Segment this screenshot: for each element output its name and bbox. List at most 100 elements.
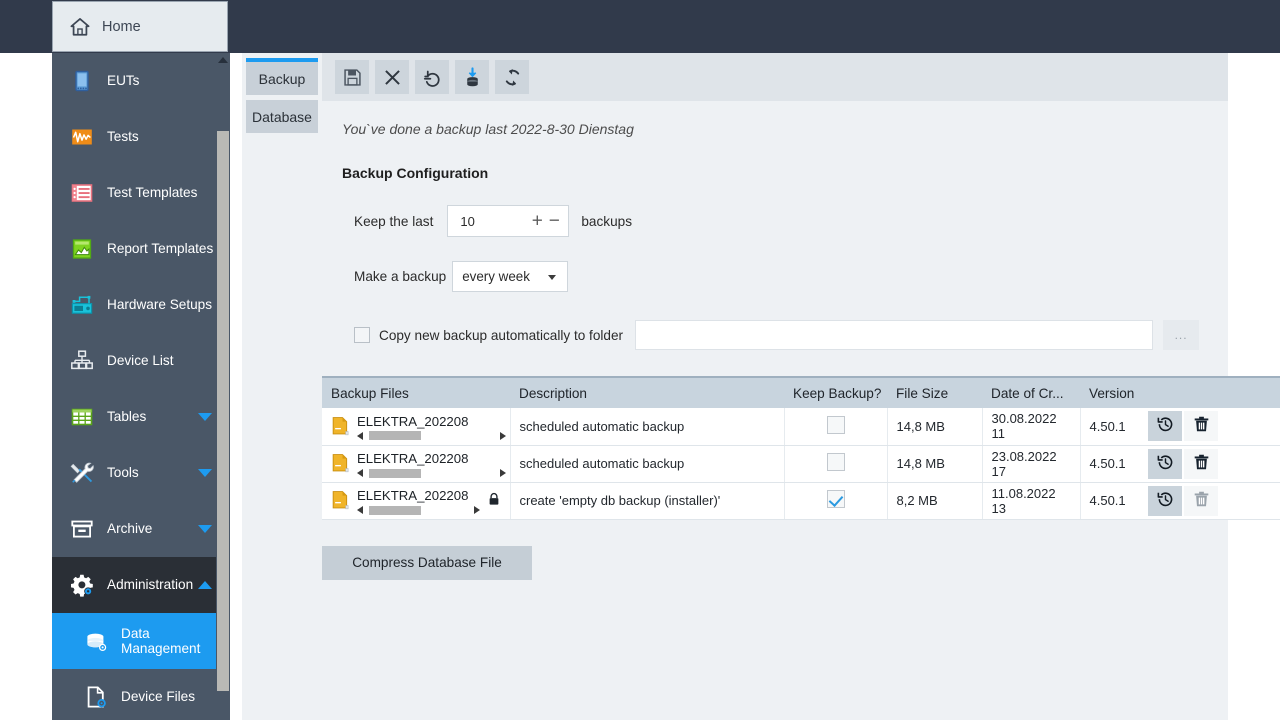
sidebar-item-archive[interactable]: Archive bbox=[52, 501, 228, 557]
table-row[interactable]: ELEKTRA_202208 create 'empty db backup (i… bbox=[322, 482, 1280, 520]
sidebar-item-data-management[interactable]: Data Management bbox=[52, 613, 228, 669]
col-date-of-creation[interactable]: Date of Cr... bbox=[982, 376, 1080, 408]
chevron-up-icon[interactable] bbox=[198, 581, 212, 589]
compress-database-file-button[interactable]: Compress Database File bbox=[322, 545, 532, 580]
sidebar-scrollbar[interactable] bbox=[216, 53, 230, 720]
make-backup-label: Make a backup bbox=[354, 269, 447, 284]
delete-backup-button[interactable] bbox=[1184, 411, 1218, 442]
scroll-up-arrow-icon[interactable] bbox=[218, 57, 228, 63]
keep-last-value[interactable]: 10 bbox=[460, 214, 474, 229]
copy-backup-row: Copy new backup automatically to folder … bbox=[322, 320, 1228, 350]
col-version[interactable]: Version bbox=[1080, 376, 1146, 408]
action-toolbar bbox=[322, 53, 1228, 101]
sidebar-item-tools[interactable]: Tools bbox=[52, 445, 228, 501]
file-device-icon bbox=[84, 685, 108, 709]
cell-keep-backup bbox=[783, 445, 887, 483]
table-grid-icon bbox=[70, 405, 94, 429]
home-tab-label: Home bbox=[102, 18, 141, 35]
save-icon bbox=[342, 67, 363, 88]
save-button[interactable] bbox=[335, 60, 369, 94]
cell-delete-action bbox=[1184, 482, 1280, 520]
scroll-left-arrow-icon[interactable] bbox=[357, 431, 363, 440]
sidebar-item-tests[interactable]: Tests bbox=[52, 109, 228, 165]
col-description[interactable]: Description bbox=[510, 376, 784, 408]
cell-description: scheduled automatic backup bbox=[509, 445, 784, 483]
scroll-right-arrow-icon[interactable] bbox=[473, 506, 480, 515]
tab-database[interactable]: Database bbox=[246, 100, 318, 133]
content-panel: Backup Database You`ve done a backup las… bbox=[242, 53, 1280, 720]
copy-target-folder-input[interactable] bbox=[635, 320, 1154, 350]
undo-restore-button[interactable] bbox=[415, 60, 449, 94]
filename-scroll-thumb[interactable] bbox=[369, 468, 421, 478]
scroll-right-arrow-icon[interactable] bbox=[499, 469, 506, 478]
database-icon bbox=[84, 629, 108, 653]
tab-backup[interactable]: Backup bbox=[246, 58, 318, 95]
filename-hscrollbar[interactable] bbox=[357, 468, 506, 479]
keep-backup-checkbox[interactable] bbox=[826, 415, 845, 434]
waveform-icon bbox=[70, 125, 94, 149]
restore-backup-button[interactable] bbox=[1148, 485, 1182, 516]
cell-delete-action bbox=[1184, 408, 1280, 446]
sidebar-item-report-templates[interactable]: Report Templates bbox=[52, 221, 228, 277]
chevron-down-icon[interactable] bbox=[198, 413, 212, 421]
scroll-left-arrow-icon[interactable] bbox=[357, 506, 363, 515]
restore-backup-button[interactable] bbox=[1148, 448, 1182, 479]
lock-icon bbox=[488, 492, 500, 506]
sidebar-item-tables[interactable]: Tables bbox=[52, 389, 228, 445]
sidebar-item-euts[interactable]: EUTs bbox=[52, 53, 228, 109]
backup-file-name: ELEKTRA_202208 bbox=[357, 414, 469, 430]
keep-last-stepper[interactable]: 10 + − bbox=[447, 205, 570, 237]
sidebar-scrollbar-thumb[interactable] bbox=[217, 131, 229, 691]
sidebar-item-device-files[interactable]: Device Files bbox=[52, 669, 228, 720]
sidebar-item-administration[interactable]: Administration bbox=[52, 557, 228, 613]
col-file-size[interactable]: File Size bbox=[887, 376, 982, 408]
keep-last-label: Keep the last bbox=[354, 213, 434, 229]
cell-backup-file: ELEKTRA_202208 bbox=[322, 408, 510, 446]
table-row[interactable]: ELEKTRA_202208 scheduled automatic backup… bbox=[322, 408, 1280, 446]
filename-hscrollbar[interactable] bbox=[357, 430, 506, 441]
stepper-increment-button[interactable]: + bbox=[530, 212, 544, 231]
sidebar-item-label: Report Templates bbox=[107, 241, 214, 257]
filename-scroll-thumb[interactable] bbox=[369, 431, 421, 441]
list-template-icon bbox=[70, 181, 94, 205]
cell-date-of-creation: 30.08.2022 11 bbox=[981, 408, 1080, 446]
stepper-buttons: + − bbox=[530, 212, 561, 231]
cancel-button[interactable] bbox=[375, 60, 409, 94]
filename-hscrollbar[interactable] bbox=[357, 505, 480, 516]
col-delete bbox=[1184, 376, 1280, 408]
sidebar-item-device-list[interactable]: Device List bbox=[52, 333, 228, 389]
browse-folder-button[interactable]: ... bbox=[1163, 320, 1200, 350]
keep-backup-checkbox[interactable] bbox=[826, 453, 845, 471]
refresh-button[interactable] bbox=[495, 60, 529, 94]
cell-keep-backup bbox=[783, 482, 887, 520]
col-backup-files[interactable]: Backup Files bbox=[322, 376, 510, 408]
backup-now-button[interactable] bbox=[455, 60, 489, 94]
main-sidebar: EUTs Tests Test Templates Report Templates H… bbox=[52, 53, 228, 720]
keep-last-suffix-label: backups bbox=[581, 213, 632, 229]
chevron-down-icon[interactable] bbox=[198, 525, 212, 533]
cell-version: 4.50.1 bbox=[1079, 445, 1146, 483]
filename-scroll-thumb[interactable] bbox=[369, 505, 421, 515]
backup-frequency-select[interactable]: every week bbox=[452, 261, 569, 292]
col-keep-backup[interactable]: Keep Backup? bbox=[784, 376, 887, 408]
sidebar-item-test-templates[interactable]: Test Templates bbox=[52, 165, 228, 221]
stepper-decrement-button[interactable]: − bbox=[547, 212, 561, 231]
scroll-left-arrow-icon[interactable] bbox=[357, 469, 363, 478]
sidebar-item-hardware-setups[interactable]: Hardware Setups bbox=[52, 277, 228, 333]
cell-file-size: 14,8 MB bbox=[886, 408, 982, 446]
sidebar-item-label: EUTs bbox=[107, 73, 140, 89]
keep-backup-checkbox[interactable] bbox=[826, 490, 845, 508]
backup-file-name: ELEKTRA_202208 bbox=[357, 451, 469, 467]
restore-clock-icon bbox=[1156, 490, 1175, 512]
scroll-right-arrow-icon[interactable] bbox=[499, 431, 506, 440]
copy-backup-checkbox[interactable] bbox=[354, 327, 370, 343]
table-row[interactable]: ELEKTRA_202208 scheduled automatic backup… bbox=[322, 445, 1280, 483]
archive-box-icon bbox=[70, 517, 94, 541]
home-tab[interactable]: Home bbox=[52, 1, 228, 52]
restore-backup-button[interactable] bbox=[1148, 411, 1182, 442]
delete-backup-button[interactable] bbox=[1184, 448, 1218, 479]
section-title-backup-configuration: Backup Configuration bbox=[342, 165, 489, 181]
chevron-down-icon[interactable] bbox=[198, 469, 212, 477]
backup-frequency-value: every week bbox=[462, 269, 530, 284]
gear-icon bbox=[70, 573, 94, 597]
